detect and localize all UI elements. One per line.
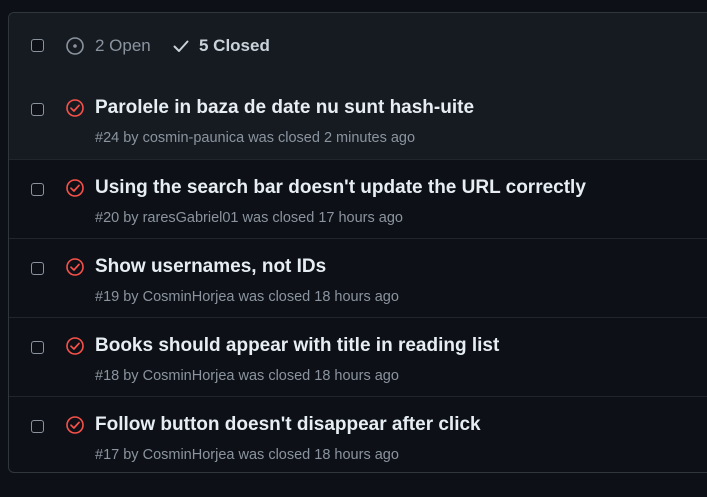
issue-meta: #18 by CosminHorjea was closed 18 hours … bbox=[95, 368, 399, 384]
issue-author-link[interactable]: CosminHorjea bbox=[143, 447, 235, 463]
issue-title-link[interactable]: Show usernames, not IDs bbox=[95, 256, 326, 278]
issue-closed-icon bbox=[65, 336, 85, 356]
issue-row[interactable]: Follow button doesn't disappear after cl… bbox=[9, 396, 707, 472]
issue-closed-text: was closed bbox=[242, 210, 315, 226]
issue-number[interactable]: #20 bbox=[95, 210, 119, 226]
issue-closed-icon bbox=[65, 178, 85, 198]
issue-by-text: by bbox=[123, 447, 139, 463]
issues-box: 2 Open 5 Closed Parolele in baza de date… bbox=[8, 12, 707, 473]
issue-meta: #19 by CosminHorjea was closed 18 hours … bbox=[95, 289, 399, 305]
closed-issues-filter[interactable]: 5 Closed bbox=[171, 36, 270, 56]
issue-opened-icon bbox=[65, 36, 85, 56]
issue-time: 18 hours ago bbox=[314, 289, 399, 305]
issue-title-link[interactable]: Parolele in baza de date nu sunt hash-ui… bbox=[95, 97, 474, 119]
issue-time: 2 minutes ago bbox=[323, 130, 416, 146]
issue-number[interactable]: #24 bbox=[95, 130, 119, 146]
open-issues-filter[interactable]: 2 Open bbox=[65, 36, 151, 56]
issue-number[interactable]: #17 bbox=[95, 447, 119, 463]
issue-closed-text: was closed bbox=[248, 130, 320, 146]
issue-title-link[interactable]: Follow button doesn't disappear after cl… bbox=[95, 414, 481, 436]
issue-time: 18 hours ago bbox=[314, 447, 399, 463]
issue-closed-text: was closed bbox=[238, 447, 311, 463]
issue-checkbox[interactable] bbox=[31, 262, 44, 275]
issue-time: 17 hours ago bbox=[318, 210, 403, 226]
issue-author-link[interactable]: CosminHorjea bbox=[143, 289, 235, 305]
issue-closed-icon bbox=[65, 415, 85, 435]
issue-author-link[interactable]: raresGabriel01 bbox=[143, 210, 239, 226]
issue-checkbox[interactable] bbox=[31, 420, 44, 433]
issue-number[interactable]: #19 bbox=[95, 289, 119, 305]
issue-meta: #24 by cosmin-paunica was closed 2 minut… bbox=[95, 130, 415, 146]
issue-title-link[interactable]: Books should appear with title in readin… bbox=[95, 335, 499, 357]
issue-number[interactable]: #18 bbox=[95, 368, 119, 384]
issue-meta: #17 by CosminHorjea was closed 18 hours … bbox=[95, 447, 399, 463]
closed-count-label: 5 Closed bbox=[199, 36, 270, 55]
issue-by-text: by bbox=[123, 289, 139, 305]
issue-closed-icon bbox=[65, 98, 85, 118]
issue-closed-text: was closed bbox=[238, 368, 311, 384]
issue-closed-icon bbox=[65, 257, 85, 277]
issue-checkbox[interactable] bbox=[31, 183, 44, 196]
issue-closed-text: was closed bbox=[238, 289, 311, 305]
issue-by-text: by bbox=[123, 368, 139, 384]
issue-row[interactable]: Show usernames, not IDs #19 by CosminHor… bbox=[9, 238, 707, 317]
issue-author-link[interactable]: cosmin-paunica bbox=[143, 130, 245, 146]
select-all-checkbox[interactable] bbox=[31, 39, 44, 52]
issue-row[interactable]: Books should appear with title in readin… bbox=[9, 317, 707, 396]
issue-title-link[interactable]: Using the search bar doesn't update the … bbox=[95, 177, 586, 199]
issue-checkbox[interactable] bbox=[31, 103, 44, 116]
check-icon bbox=[171, 36, 191, 56]
open-count-label: 2 Open bbox=[95, 36, 151, 55]
issues-header: 2 Open 5 Closed bbox=[9, 13, 707, 81]
issue-by-text: by bbox=[123, 210, 139, 226]
issue-row[interactable]: Using the search bar doesn't update the … bbox=[9, 159, 707, 238]
issue-checkbox[interactable] bbox=[31, 341, 44, 354]
issue-time: 18 hours ago bbox=[314, 368, 399, 384]
issue-author-link[interactable]: CosminHorjea bbox=[143, 368, 235, 384]
issue-by-text: by bbox=[123, 130, 139, 146]
issue-row[interactable]: Parolele in baza de date nu sunt hash-ui… bbox=[9, 80, 707, 159]
issue-meta: #20 by raresGabriel01 was closed 17 hour… bbox=[95, 210, 403, 226]
